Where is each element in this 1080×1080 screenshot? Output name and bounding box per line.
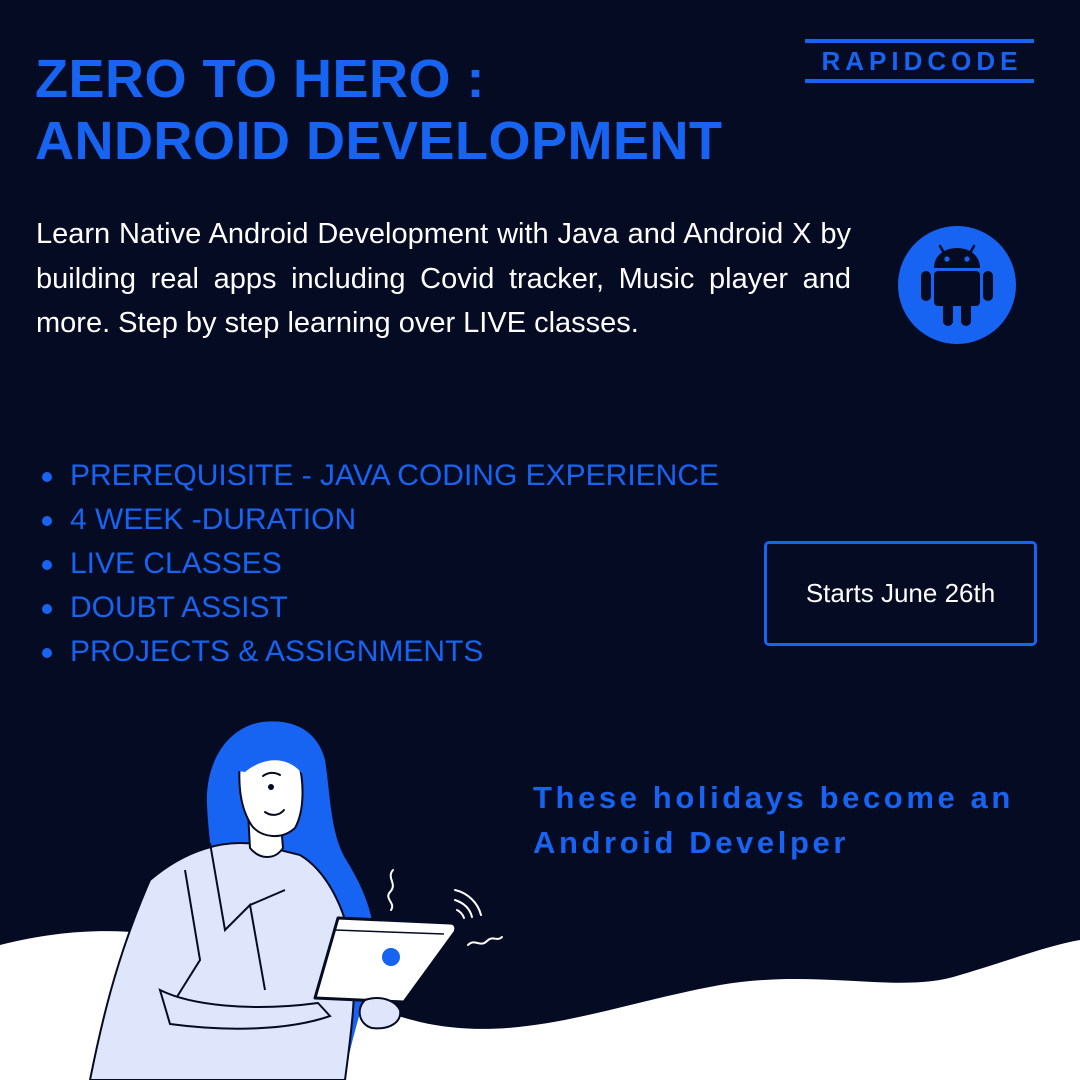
woman-with-tablet-illustration (88, 721, 503, 1080)
course-poster: RAPIDCODE ZERO TO HERO : ANDROID DEVELOP… (0, 0, 1080, 1080)
